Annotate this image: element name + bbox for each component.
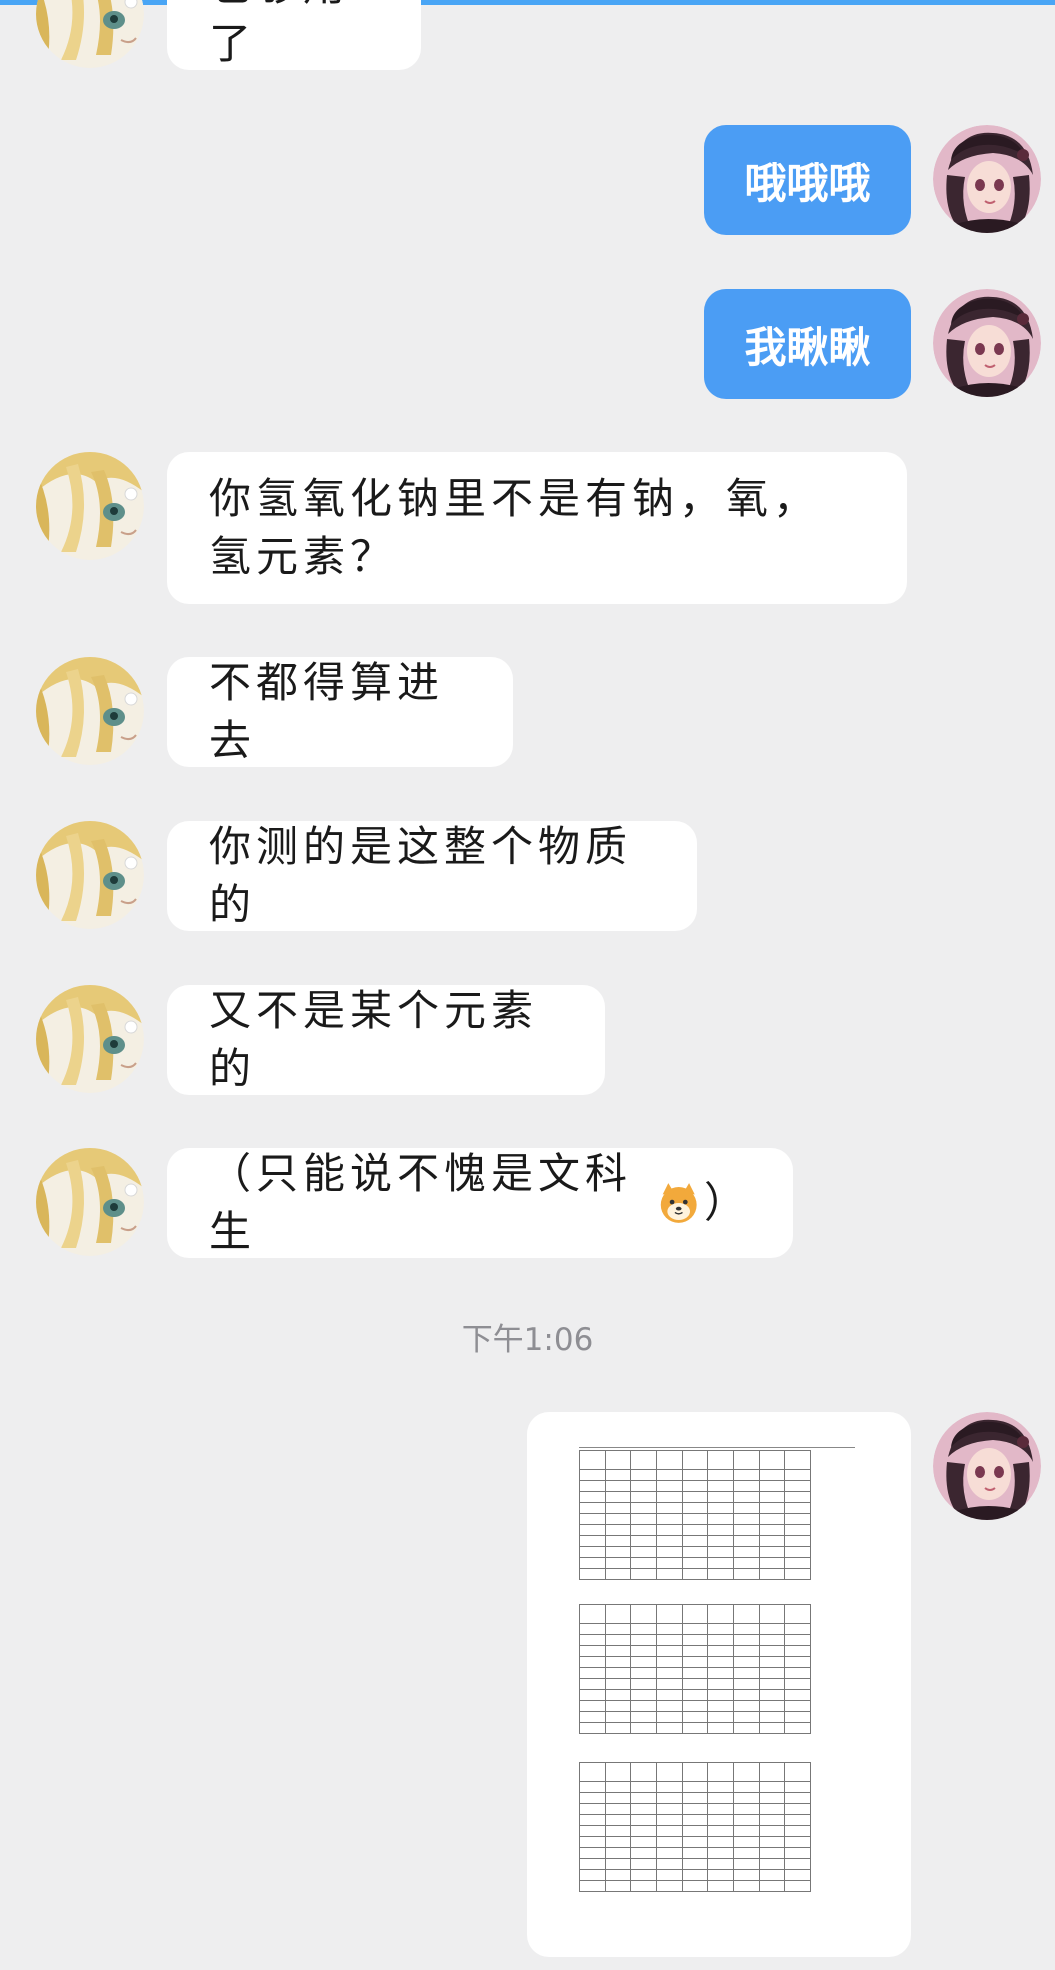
message-text: ） xyxy=(703,1178,751,1227)
top-accent-bar xyxy=(0,0,1055,5)
my-avatar-icon[interactable] xyxy=(933,1412,1041,1520)
message-text: 也够用了 xyxy=(209,0,345,68)
message-text: 哦哦哦 xyxy=(744,158,871,208)
message-bubble[interactable]: 又不是某个元素的 xyxy=(167,985,605,1095)
friend-avatar-icon[interactable] xyxy=(36,1148,144,1256)
message-bubble[interactable]: 你氢氧化钠里不是有钠，氧，氢元素？ xyxy=(167,452,907,604)
image-message[interactable] xyxy=(527,1412,911,1957)
document-table-image xyxy=(579,1450,811,1580)
document-rule xyxy=(579,1447,855,1448)
message-bubble[interactable]: 不都得算进去 xyxy=(167,657,513,767)
friend-avatar-icon[interactable] xyxy=(36,821,144,929)
timestamp: 下午1:06 xyxy=(461,1322,594,1358)
document-table-image xyxy=(579,1604,811,1734)
my-avatar-icon[interactable] xyxy=(933,125,1041,233)
message-text: 又不是某个元素的 xyxy=(209,986,539,1093)
message-bubble[interactable]: 你测的是这整个物质的 xyxy=(167,821,697,931)
shiba-dog-emoji xyxy=(660,1183,697,1223)
document-table-image xyxy=(579,1762,811,1892)
friend-avatar-icon[interactable] xyxy=(36,985,144,1093)
friend-avatar-icon[interactable] xyxy=(36,657,144,765)
message-bubble[interactable]: 哦哦哦 xyxy=(704,125,911,235)
message-bubble[interactable]: 我瞅瞅 xyxy=(704,289,911,399)
message-text: （只能说不愧是文科生 xyxy=(209,1149,633,1256)
friend-avatar-icon[interactable] xyxy=(36,0,144,68)
message-text: 你测的是这整个物质的 xyxy=(209,822,633,929)
message-bubble[interactable]: 也够用了 xyxy=(167,0,421,70)
friend-avatar-icon[interactable] xyxy=(36,452,144,560)
my-avatar-icon[interactable] xyxy=(933,289,1041,397)
message-text: 不都得算进去 xyxy=(209,658,445,765)
message-text: 我瞅瞅 xyxy=(744,322,871,372)
message-bubble[interactable]: （只能说不愧是文科生 ） xyxy=(167,1148,793,1258)
message-text: 你氢氧化钠里不是有钠，氧，氢元素？ xyxy=(209,474,821,581)
